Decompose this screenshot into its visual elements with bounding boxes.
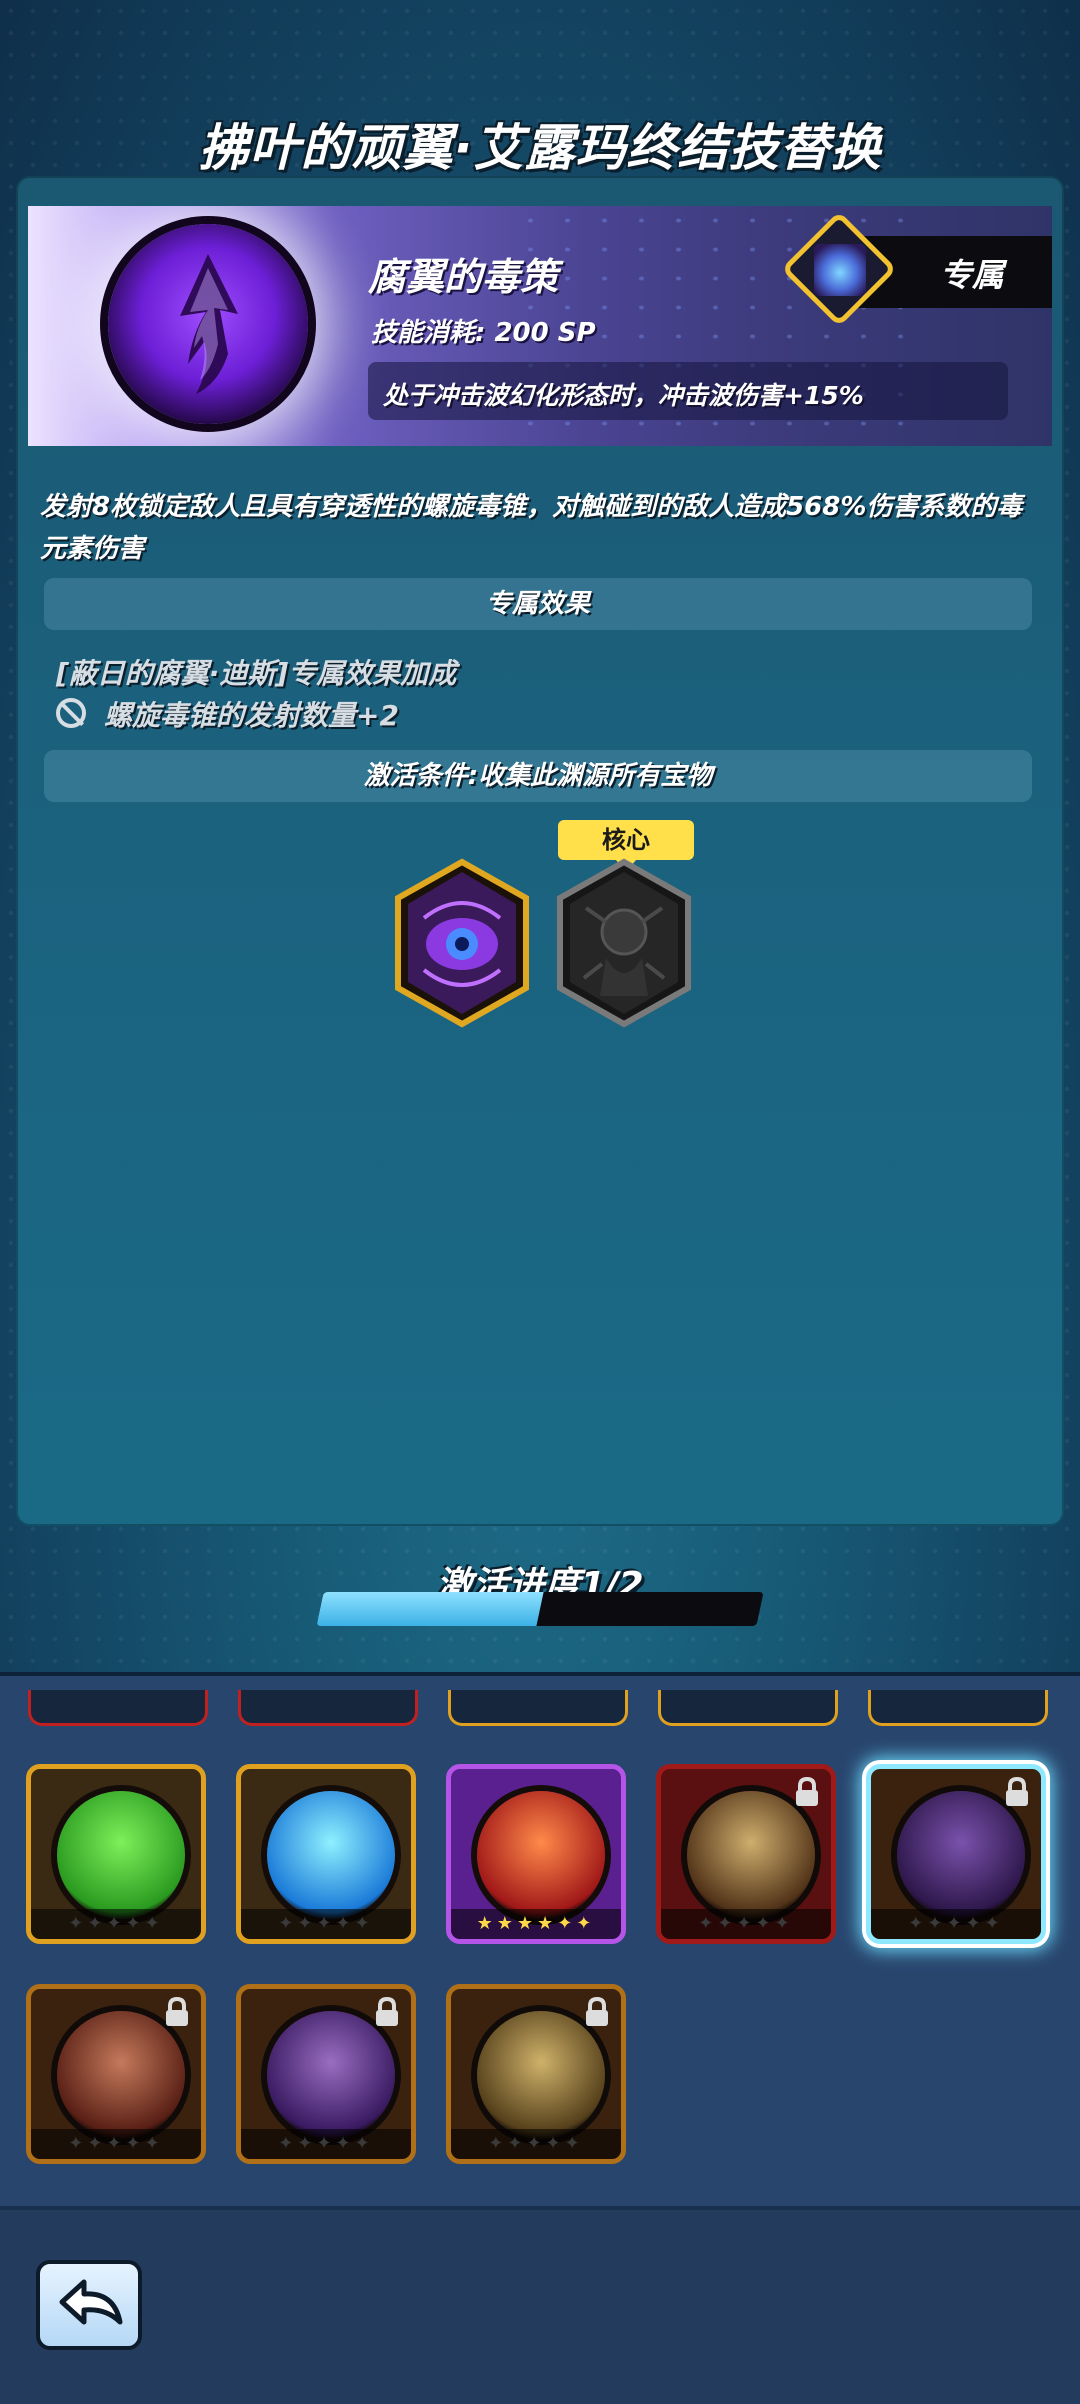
skill-slot[interactable]: ✦✦✦✦✦ <box>236 1984 416 2164</box>
partial-slot-3[interactable] <box>448 1690 628 1726</box>
skill-slot[interactable]: ✦✦✦✦✦ <box>656 1764 836 1944</box>
skill-effect-text: 处于冲击波幻化形态时，冲击波伤害+15% <box>383 381 864 410</box>
partial-slot-1[interactable] <box>28 1690 208 1726</box>
star-rating: ✦✦✦✦✦ <box>241 2129 411 2159</box>
lock-icon <box>1003 1776 1031 1807</box>
skill-slot[interactable]: ✦✦✦✦✦ <box>866 1764 1046 1944</box>
page-title: 拂叶的顽翼·艾露玛终结技替换 <box>198 119 882 177</box>
exclusive-label: 专属 <box>939 256 1004 294</box>
activation-progress-bar <box>316 1592 764 1626</box>
poison-spiral-skill-icon <box>897 1791 1025 1919</box>
lock-icon <box>583 1996 611 2027</box>
skill-banner: 腐翼的毒策 技能消耗: 200 SP 处于冲击波幻化形态时，冲击波伤害+15% … <box>28 206 1052 446</box>
footer-bar <box>0 2206 1080 2404</box>
skill-description: 发射8枚锁定敌人且具有穿透性的螺旋毒锥，对触碰到的敌人造成568%伤害系数的毒元… <box>40 492 1023 564</box>
meteor-skill-icon <box>57 2011 185 2139</box>
star-rating: ✦✦✦✦✦ <box>661 1909 831 1939</box>
activation-progress-fill <box>316 1592 544 1626</box>
star-rating: ★★★★✦✦ <box>451 1909 621 1939</box>
purple-eye-treasure[interactable] <box>394 858 530 1028</box>
partial-slot-2[interactable] <box>238 1690 418 1726</box>
lock-icon <box>793 1776 821 1807</box>
partial-slot-5[interactable] <box>868 1690 1048 1726</box>
skill-slot[interactable]: ✦✦✦✦✦ <box>236 1764 416 1944</box>
star-rating: ✦✦✦✦✦ <box>451 2129 621 2159</box>
star-rating: ✦✦✦✦✦ <box>31 2129 201 2159</box>
fire-drop-skill-icon <box>477 1791 605 1919</box>
exclusive-effect-header: 专属效果 <box>44 578 1032 630</box>
partial-slot-4[interactable] <box>658 1690 838 1726</box>
prohibited-icon <box>56 698 86 728</box>
core-badge: 核心 <box>558 820 694 872</box>
exclusive-character-icon <box>814 244 866 296</box>
lock-icon <box>163 1996 191 2027</box>
green-arrow-skill-icon <box>57 1791 185 1919</box>
skill-cost: 技能消耗: 200 SP <box>371 318 596 348</box>
lightning-skill-icon <box>477 2011 605 2139</box>
exclusive-bonus-title: [蔽日的腐翼·迪斯]专属效果加成 <box>56 657 457 690</box>
ice-wave-skill-icon <box>267 1791 395 1919</box>
purple-vortex-skill-icon <box>267 2011 395 2139</box>
activation-condition-header: 激活条件:收集此渊源所有宝物 <box>44 750 1032 802</box>
star-rating: ✦✦✦✦✦ <box>241 1909 411 1939</box>
dark-core-treasure[interactable] <box>556 858 692 1028</box>
exclusive-bonus-text: 螺旋毒锥的发射数量+2 <box>104 699 399 732</box>
skill-slot[interactable]: ✦✦✦✦✦ <box>26 1764 206 1944</box>
poison-spiral-skill-icon <box>108 224 308 424</box>
skill-slot[interactable]: ✦✦✦✦✦ <box>446 1984 626 2164</box>
lock-icon <box>373 1996 401 2027</box>
skill-slot[interactable]: ★★★★✦✦ <box>446 1764 626 1944</box>
skill-slot[interactable]: ✦✦✦✦✦ <box>26 1984 206 2164</box>
golden-pillar-skill-icon <box>687 1791 815 1919</box>
back-button[interactable] <box>36 2260 142 2350</box>
skill-name: 腐翼的毒策 <box>368 255 559 299</box>
star-rating: ✦✦✦✦✦ <box>871 1909 1041 1939</box>
star-rating: ✦✦✦✦✦ <box>31 1909 201 1939</box>
back-arrow-icon <box>59 2279 123 2325</box>
